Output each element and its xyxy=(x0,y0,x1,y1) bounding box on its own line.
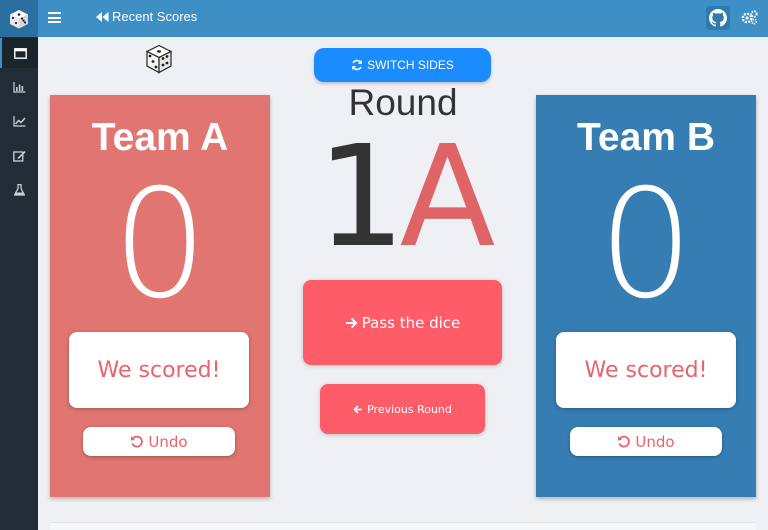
sidebar-item-line-chart[interactable] xyxy=(0,106,38,136)
previous-round-label: Previous Round xyxy=(367,402,452,416)
window-icon xyxy=(13,47,27,59)
bottom-panel-edge xyxy=(50,522,756,530)
switch-sides-button[interactable]: SWITCH SIDES xyxy=(314,48,491,82)
dice-image xyxy=(145,44,173,78)
team-a-name: Team A xyxy=(91,116,229,159)
app-logo[interactable] xyxy=(0,0,38,37)
previous-round-button[interactable]: Previous Round xyxy=(320,384,485,434)
sidebar-item-edit[interactable] xyxy=(0,141,38,171)
dice-icon xyxy=(145,44,173,74)
round-side: A xyxy=(399,116,496,279)
undo-icon xyxy=(618,435,631,447)
settings-cogs-icon[interactable] xyxy=(741,10,758,29)
team-a-undo-button[interactable]: Undo xyxy=(83,427,235,456)
pass-dice-button[interactable]: Pass the dice xyxy=(303,280,502,365)
round-number: 1 xyxy=(316,116,406,279)
arrow-right-icon xyxy=(345,317,358,328)
github-icon xyxy=(709,9,727,27)
team-b-card: Team B 0 We scored! Undo xyxy=(536,95,756,497)
team-b-scored-button[interactable]: We scored! xyxy=(556,332,736,408)
sidebar-item-scoreboard[interactable] xyxy=(0,38,38,68)
undo-label: Undo xyxy=(148,432,188,451)
team-a-score: 0 xyxy=(112,158,208,332)
sidebar-item-lab[interactable] xyxy=(0,175,38,205)
team-b-undo-button[interactable]: Undo xyxy=(570,427,722,456)
undo-icon xyxy=(131,435,144,447)
line-chart-icon xyxy=(12,115,26,127)
recent-scores-link[interactable]: Recent Scores xyxy=(96,9,197,24)
sidebar xyxy=(0,37,38,530)
menu-toggle-icon[interactable] xyxy=(48,12,61,23)
bar-chart-icon xyxy=(12,81,25,93)
team-b-name: Team B xyxy=(577,116,715,159)
fast-backward-icon xyxy=(96,11,109,22)
refresh-icon xyxy=(352,59,362,71)
github-button[interactable] xyxy=(706,6,730,30)
undo-label: Undo xyxy=(635,432,675,451)
top-bar: Recent Scores xyxy=(0,0,768,37)
team-b-score: 0 xyxy=(598,158,694,332)
recent-scores-label: Recent Scores xyxy=(112,9,198,24)
edit-icon xyxy=(12,151,26,162)
team-a-scored-button[interactable]: We scored! xyxy=(69,332,249,408)
sidebar-item-bar-chart[interactable] xyxy=(0,72,38,102)
arrow-left-icon xyxy=(353,404,363,414)
pass-dice-label: Pass the dice xyxy=(361,313,461,332)
flask-icon xyxy=(13,184,25,196)
dice-icon xyxy=(10,9,28,28)
round-indicator: 1A xyxy=(303,124,503,271)
switch-sides-label: SWITCH SIDES xyxy=(367,58,454,72)
team-a-card: Team A 0 We scored! Undo xyxy=(50,95,270,497)
